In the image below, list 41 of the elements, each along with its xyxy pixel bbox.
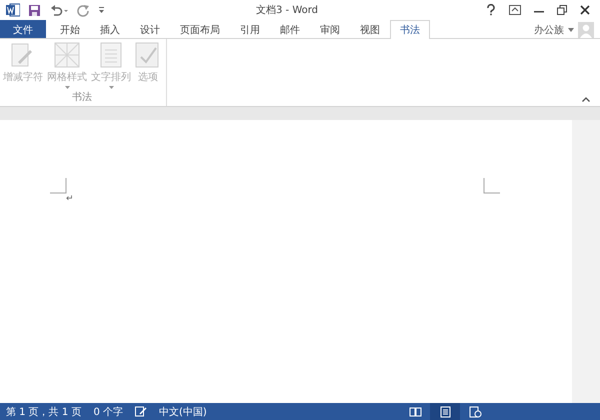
ribbon-tab[interactable]: 审阅 <box>310 20 350 38</box>
margin-corner-mark <box>483 178 500 194</box>
ribbon-display-icon[interactable] <box>509 5 521 15</box>
status-text: 中文(中国) <box>159 406 207 418</box>
ribbon-tab[interactable]: 设计 <box>130 20 170 38</box>
caret-icon <box>64 86 70 89</box>
collapse-ribbon-icon[interactable] <box>582 97 590 102</box>
ribbon-tab[interactable]: 页面布局 <box>170 20 230 38</box>
web-view-icon <box>468 406 482 418</box>
undo-icon[interactable] <box>49 4 69 16</box>
print-view-button[interactable] <box>430 403 460 420</box>
status-text: 第 1 页，共 1 页 <box>6 406 82 418</box>
ribbon-tab[interactable]: 引用 <box>230 20 270 38</box>
save-icon[interactable] <box>28 4 41 16</box>
proofing-icon[interactable] <box>135 406 147 417</box>
group-label: 书法 <box>72 90 92 104</box>
status-text: 0 个字 <box>93 406 123 418</box>
word-icon[interactable] <box>6 3 20 17</box>
doc-icon <box>98 42 124 68</box>
help-icon[interactable] <box>486 4 496 16</box>
redo-icon[interactable] <box>77 4 90 16</box>
account-button[interactable]: 办公族 <box>534 23 564 37</box>
margin-corner-mark <box>50 178 67 194</box>
ribbon-tab[interactable]: 视图 <box>350 20 390 38</box>
ribbon-tab[interactable]: 开始 <box>50 20 90 38</box>
check-icon <box>135 42 161 68</box>
paragraph-mark: ↵ <box>66 194 75 204</box>
ribbon-tab[interactable]: 书法 <box>390 20 430 39</box>
print-view-icon <box>438 406 452 418</box>
file-tab[interactable]: 文件 <box>0 20 46 38</box>
vertical-scrollbar[interactable] <box>572 120 600 403</box>
ribbon-tab[interactable]: 插入 <box>90 20 130 38</box>
read-view-icon <box>408 406 422 418</box>
customize-icon[interactable] <box>98 5 105 15</box>
caret-icon[interactable] <box>568 28 574 32</box>
window-title: 文档3 - Word <box>256 4 320 17</box>
caret-icon <box>108 86 114 89</box>
close-icon[interactable] <box>580 5 590 15</box>
grid-icon <box>54 42 80 68</box>
restore-icon[interactable] <box>557 5 567 15</box>
ribbon-tab[interactable]: 邮件 <box>270 20 310 38</box>
